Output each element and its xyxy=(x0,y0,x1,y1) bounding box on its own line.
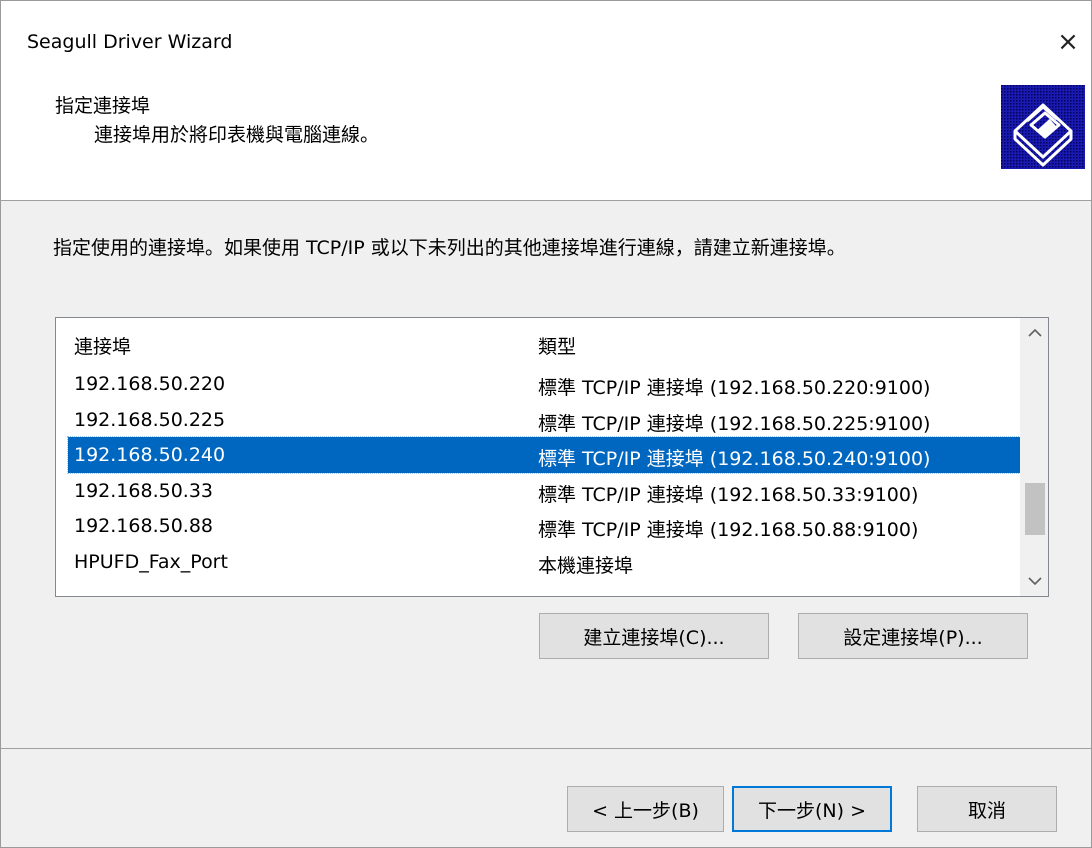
wizard-header: 指定連接埠 連接埠用於將印表機與電腦連線。 xyxy=(1,63,1091,201)
wizard-window: Seagull Driver Wizard × 指定連接埠 連接埠用於將印表機與… xyxy=(0,0,1092,848)
instruction-text: 指定使用的連接埠。如果使用 TCP/IP 或以下未列出的其他連接埠進行連線，請建… xyxy=(53,237,846,259)
column-header-type[interactable]: 類型 xyxy=(538,332,576,359)
table-row[interactable]: 192.168.50.220 標準 TCP/IP 連接埠 (192.168.50.… xyxy=(68,366,1020,402)
scroll-up-button[interactable] xyxy=(1021,318,1048,348)
port-name-cell: 192.168.50.220 xyxy=(74,373,226,395)
port-listview[interactable]: 連接埠 類型 192.168.50.220 標準 TCP/IP 連接埠 (192.… xyxy=(55,317,1049,597)
cancel-button[interactable]: 取消 xyxy=(917,786,1057,832)
printer-icon xyxy=(1001,85,1085,169)
vertical-scrollbar[interactable] xyxy=(1020,318,1048,596)
next-button[interactable]: 下一步(N) > xyxy=(732,786,892,832)
port-name-cell: 192.168.50.33 xyxy=(74,479,214,502)
list-header: 連接埠 類型 xyxy=(56,318,1022,364)
scroll-thumb[interactable] xyxy=(1025,483,1045,536)
port-type-cell: 本機連接埠 xyxy=(538,554,634,577)
page-subtitle: 連接埠用於將印表機與電腦連線。 xyxy=(94,124,380,146)
table-row[interactable]: Microsoft Office OneNote 16001 12026 2An… xyxy=(68,579,1020,596)
port-type-cell: 標準 TCP/IP 連接埠 (192.168.50.33:9100) xyxy=(538,483,919,506)
port-name-cell: HPUFD_Fax_Port xyxy=(74,550,228,573)
scroll-track[interactable] xyxy=(1021,348,1048,566)
back-button[interactable]: < 上一步(B) xyxy=(567,786,724,832)
create-port-button[interactable]: 建立連接埠(C)... xyxy=(539,613,769,659)
close-icon: × xyxy=(1057,27,1079,57)
table-row[interactable]: 192.168.50.240 標準 TCP/IP 連接埠 (192.168.50.… xyxy=(67,436,1021,474)
page-title: 指定連接埠 xyxy=(55,95,151,117)
scroll-down-button[interactable] xyxy=(1021,566,1048,596)
table-row[interactable]: 192.168.50.225 標準 TCP/IP 連接埠 (192.168.50.… xyxy=(68,402,1020,438)
port-type-cell: 標準 TCP/IP 連接埠 (192.168.50.88:9100) xyxy=(538,519,919,541)
title-bar: Seagull Driver Wizard × xyxy=(1,1,1091,63)
table-row[interactable]: HPUFD_Fax_Port 本機連接埠 xyxy=(68,544,1020,580)
table-row[interactable]: 192.168.50.33 標準 TCP/IP 連接埠 (192.168.50.3… xyxy=(68,473,1020,509)
port-type-cell: 標準 TCP/IP 連接埠 (192.168.50.225:9100) xyxy=(538,412,931,435)
port-name-cell: 192.168.50.240 xyxy=(74,444,226,466)
port-name-cell: 192.168.50.225 xyxy=(74,408,226,431)
chevron-down-icon xyxy=(1028,577,1042,586)
chevron-up-icon xyxy=(1028,328,1042,337)
footer-divider xyxy=(1,748,1091,749)
port-name-cell: 192.168.50.88 xyxy=(74,515,214,537)
port-type-cell: 標準 TCP/IP 連接埠 (192.168.50.240:9100) xyxy=(538,448,931,470)
window-title: Seagull Driver Wizard xyxy=(27,31,233,53)
port-rows: 192.168.50.220 標準 TCP/IP 連接埠 (192.168.50.… xyxy=(67,366,1021,596)
port-type-cell: 標準 TCP/IP 連接埠 (192.168.50.220:9100) xyxy=(538,377,931,399)
close-button[interactable]: × xyxy=(1045,21,1091,63)
configure-port-button[interactable]: 設定連接埠(P)... xyxy=(798,613,1028,659)
column-header-port[interactable]: 連接埠 xyxy=(74,332,131,359)
table-row[interactable]: 192.168.50.88 標準 TCP/IP 連接埠 (192.168.50.8… xyxy=(68,508,1020,544)
